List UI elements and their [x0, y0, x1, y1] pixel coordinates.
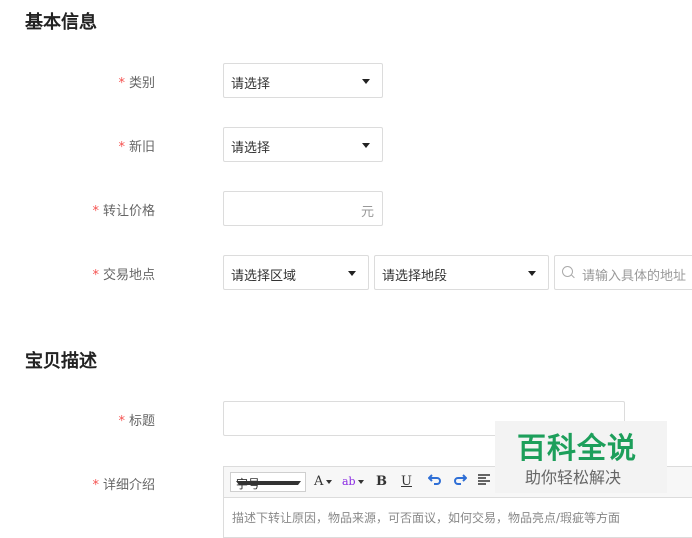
watermark-main: 百科全说: [517, 431, 638, 465]
chevron-down-icon: [236, 481, 301, 485]
chevron-down-icon: [348, 271, 356, 276]
location-label: * 交易地点: [92, 268, 155, 283]
editor-body[interactable]: 描述下转让原因，物品来源，可否面议，如何交易，物品亮点/瑕疵等方面: [223, 498, 692, 538]
required-mark: *: [118, 76, 125, 91]
price-label: * 转让价格: [92, 204, 155, 219]
editor-hint: 描述下转让原因，物品来源，可否面议，如何交易，物品亮点/瑕疵等方面: [232, 511, 621, 525]
chevron-down-icon: [358, 480, 364, 484]
align-icon[interactable]: [478, 474, 490, 490]
highlight-button[interactable]: ab: [342, 475, 356, 488]
condition-select-value: 请选择: [231, 141, 271, 156]
category-select[interactable]: 请选择: [223, 63, 383, 98]
watermark-sub: 助你轻松解决: [525, 468, 622, 487]
section-title-description: 宝贝描述: [25, 351, 97, 372]
required-mark: *: [118, 414, 125, 429]
condition-label: * 新旧: [118, 140, 155, 155]
underline-button[interactable]: U: [401, 474, 412, 489]
category-label: * 类别: [118, 76, 155, 91]
required-mark: *: [92, 478, 99, 493]
font-color-button[interactable]: A: [314, 474, 323, 489]
redo-icon[interactable]: [453, 472, 468, 490]
font-size-select[interactable]: 字号: [230, 472, 306, 492]
area-select[interactable]: 请选择区域: [223, 255, 369, 290]
price-unit: 元: [360, 205, 374, 220]
address-input[interactable]: 请输入具体的地址: [554, 255, 692, 290]
area-select-value: 请选择区域: [231, 269, 297, 284]
sector-select-value: 请选择地段: [382, 269, 448, 284]
required-mark: *: [92, 268, 99, 283]
undo-icon[interactable]: [427, 472, 442, 490]
chevron-down-icon: [362, 79, 370, 84]
address-placeholder: 请输入具体的地址: [582, 269, 687, 284]
section-title-basic-info: 基本信息: [25, 12, 97, 33]
condition-select[interactable]: 请选择: [223, 127, 383, 162]
title-label: * 标题: [118, 414, 155, 429]
search-icon: [562, 266, 573, 277]
category-select-value: 请选择: [231, 77, 271, 92]
chevron-down-icon: [528, 271, 536, 276]
chevron-down-icon: [362, 143, 370, 148]
price-input[interactable]: 元: [223, 191, 383, 226]
watermark: 百科全说 助你轻松解决: [495, 421, 667, 493]
required-mark: *: [92, 204, 99, 219]
sector-select[interactable]: 请选择地段: [374, 255, 549, 290]
bold-button[interactable]: B: [376, 474, 387, 489]
details-label: * 详细介绍: [92, 478, 155, 493]
chevron-down-icon: [326, 480, 332, 484]
required-mark: *: [118, 140, 125, 155]
